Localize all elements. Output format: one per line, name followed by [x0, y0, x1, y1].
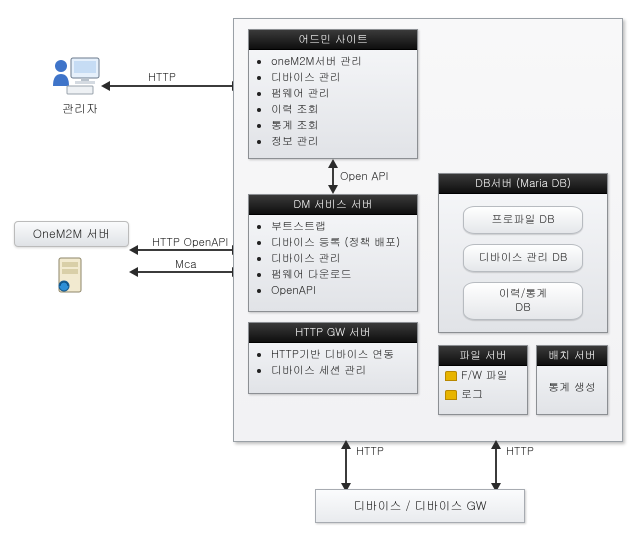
panel-header: 어드민 사이트 [249, 30, 417, 50]
list-item: 디바이스 관리 [271, 70, 409, 86]
admin-user-icon [51, 52, 103, 98]
conn-label-http-openapi: HTTP OpenAPI [152, 235, 228, 250]
main-container: 어드민 사이트 oneM2M서버 관리 디바이스 관리 펌웨어 관리 이력 조회… [233, 18, 623, 442]
panel-header: 파일 서버 [439, 346, 527, 366]
list-item: oneM2M서버 관리 [271, 54, 409, 70]
device-box: 디바이스 / 디바이스 GW [315, 489, 525, 523]
arrow-left-icon [101, 81, 110, 91]
arrow-down-icon [328, 185, 338, 194]
onem2m-server-icon [55, 256, 85, 296]
arrow-up-icon [341, 440, 351, 449]
arrow-up-icon [328, 159, 338, 168]
db-cylinder: 이력/통계 DB [463, 282, 583, 320]
file-item: 로그 [439, 385, 527, 404]
arrow-left-icon [129, 267, 138, 277]
conn-gw-device [345, 442, 347, 489]
list-item: 정보 관리 [271, 134, 409, 150]
panel-header: 배치 서버 [537, 346, 607, 366]
admin-label: 관리자 [54, 100, 106, 117]
list-item: HTTP기반 디바이스 연동 [271, 347, 409, 363]
folder-icon [445, 390, 457, 400]
onem2m-server-box: OneM2M 서버 [14, 221, 129, 247]
panel-header: DM 서비스 서버 [249, 195, 417, 215]
conn-label-http-gw-left: HTTP [356, 444, 384, 459]
list-item: 펌웨어 다운로드 [271, 267, 409, 283]
panel-header: HTTP GW 서버 [249, 323, 417, 343]
panel-batch-server: 배치 서버 통계 생성 [536, 345, 608, 415]
panel-admin-site: 어드민 사이트 oneM2M서버 관리 디바이스 관리 펌웨어 관리 이력 조회… [248, 29, 418, 159]
panel-header: DB서버 (Maria DB) [439, 174, 607, 194]
list-item: OpenAPI [271, 283, 409, 299]
list-item: 부트스트랩 [271, 219, 409, 235]
panel-list: HTTP기반 디바이스 연동 디바이스 세션 관리 [257, 347, 409, 379]
list-item: 디바이스 등록 (정책 배포) [271, 235, 409, 251]
list-item: 디바이스 관리 [271, 251, 409, 267]
panel-dm-server: DM 서비스 서버 부트스트랩 디바이스 등록 (정책 배포) 디바이스 관리 … [248, 194, 418, 312]
conn-file-device [495, 442, 497, 489]
conn-admin-http [109, 85, 233, 87]
panel-file-server: 파일 서버 F/W 파일 로그 [438, 345, 528, 415]
conn-label-mca: Mca [175, 257, 196, 272]
list-item: 디바이스 세션 관리 [271, 363, 409, 379]
panel-db-server: DB서버 (Maria DB) 프로파일 DB 디바이스 관리 DB 이력/통계… [438, 173, 608, 333]
list-item: 통계 조회 [271, 118, 409, 134]
panel-list: 부트스트랩 디바이스 등록 (정책 배포) 디바이스 관리 펌웨어 다운로드 O… [257, 219, 409, 299]
panel-http-gw: HTTP GW 서버 HTTP기반 디바이스 연동 디바이스 세션 관리 [248, 322, 418, 394]
batch-item: 통계 생성 [537, 366, 607, 395]
file-item-label: F/W 파일 [461, 368, 508, 383]
conn-label-openapi: Open API [340, 169, 388, 184]
list-item: 이력 조회 [271, 102, 409, 118]
db-cylinder: 프로파일 DB [463, 206, 583, 234]
arrow-up-icon [491, 440, 501, 449]
diagram-root: 관리자 OneM2M 서버 HTTP HTTP OpenAPI Mca 어드민 … [0, 0, 641, 544]
conn-label-http-gw-right: HTTP [506, 444, 534, 459]
folder-icon [445, 371, 457, 381]
db-cylinder: 디바이스 관리 DB [463, 244, 583, 272]
file-item-label: 로그 [461, 387, 483, 402]
panel-list: oneM2M서버 관리 디바이스 관리 펌웨어 관리 이력 조회 통계 조회 정… [257, 54, 409, 150]
file-item: F/W 파일 [439, 366, 527, 385]
list-item: 펌웨어 관리 [271, 86, 409, 102]
arrow-left-icon [129, 245, 138, 255]
conn-label-http1: HTTP [148, 70, 176, 85]
